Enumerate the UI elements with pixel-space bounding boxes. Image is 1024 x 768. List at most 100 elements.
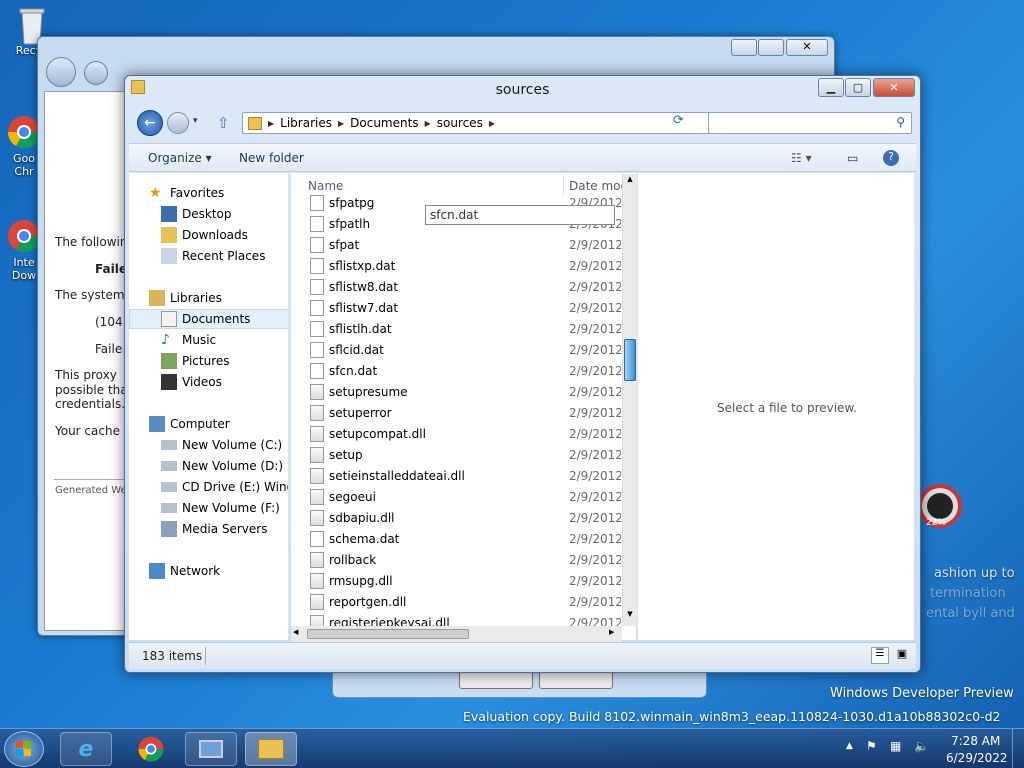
- taskbar: e ▲ ⚑ ▦ 🔈 7:28 AM 6/29/2022: [0, 728, 1024, 768]
- recent-pages-dropdown[interactable]: ▾: [193, 116, 198, 126]
- navigation-pane[interactable]: ★ Favorites Desktop Downloads Recent Plac…: [129, 173, 289, 640]
- file-row[interactable]: sflistw7.dat 2/9/2012 7: [291, 297, 621, 318]
- file-row[interactable]: sdbapiu.dll 2/9/2012 7: [291, 507, 621, 528]
- action-center-icon[interactable]: ⚑: [866, 739, 877, 753]
- vertical-scrollbar[interactable]: ▲ ▼: [622, 174, 637, 626]
- nav-volume-d[interactable]: New Volume (D:): [129, 456, 288, 476]
- volume-muted-icon[interactable]: 🔈: [914, 739, 929, 753]
- nav-media-servers[interactable]: Media Servers: [129, 519, 288, 539]
- file-row[interactable]: rmsupg.dll 2/9/2012 7: [291, 570, 621, 591]
- start-button[interactable]: [4, 731, 44, 767]
- nav-recent-places[interactable]: Recent Places: [129, 246, 288, 266]
- preview-pane-icon[interactable]: ▭: [847, 151, 858, 165]
- close-button[interactable]: ✕: [873, 78, 915, 97]
- file-date: 2/9/2012 7: [569, 237, 621, 252]
- search-input[interactable]: ⚲: [708, 112, 912, 134]
- file-name: segoeui: [329, 489, 376, 504]
- hscroll-left-arrow-icon[interactable]: ◀: [293, 628, 298, 636]
- file-row[interactable]: sfpat 2/9/2012 7: [291, 234, 621, 255]
- column-header-date[interactable]: Date mod: [569, 179, 628, 193]
- file-row[interactable]: rollback 2/9/2012 7: [291, 549, 621, 570]
- error-line-3: The system: [55, 288, 125, 302]
- drive-icon: [161, 440, 177, 450]
- clock-date[interactable]: 6/29/2022: [946, 751, 1008, 765]
- file-row[interactable]: setupresume 2/9/2012 7: [291, 381, 621, 402]
- forward-button[interactable]: [84, 61, 108, 85]
- file-row[interactable]: sflistxp.dat 2/9/2012 7: [291, 255, 621, 276]
- hscroll-thumb[interactable]: [307, 629, 469, 639]
- scroll-up-arrow-icon[interactable]: ▲: [624, 175, 636, 189]
- taskbar-control-panel-button[interactable]: [185, 732, 237, 766]
- browser-minimize-button[interactable]: [731, 39, 757, 56]
- taskbar-ie-button[interactable]: e: [60, 732, 112, 766]
- file-name: setieinstalleddateai.dll: [329, 468, 465, 483]
- downloads-folder-icon: [161, 227, 177, 243]
- network-tray-icon[interactable]: ▦: [890, 739, 901, 753]
- cpu-meter-gadget[interactable]: 22%: [918, 478, 962, 534]
- refresh-button[interactable]: ⟳: [673, 113, 693, 133]
- file-row[interactable]: sflistlh.dat 2/9/2012 7: [291, 318, 621, 339]
- horizontal-scrollbar[interactable]: ◀ ▶: [291, 626, 622, 642]
- nav-network[interactable]: Network: [129, 561, 288, 581]
- file-row[interactable]: setieinstalleddateai.dll 2/9/2012 7: [291, 465, 621, 486]
- back-nav-button[interactable]: ←: [137, 110, 163, 136]
- file-gear-icon: [310, 446, 324, 463]
- organize-button[interactable]: Organize ▾: [148, 151, 212, 165]
- hscroll-right-arrow-icon[interactable]: ▶: [609, 628, 614, 636]
- file-row[interactable]: reportgen.dll 2/9/2012 7: [291, 591, 621, 612]
- help-icon[interactable]: ?: [883, 150, 899, 166]
- file-row[interactable]: setup 2/9/2012 7: [291, 444, 621, 465]
- explorer-window[interactable]: sources ▁ ▢ ✕ ← ▾ ⇧ ▶ Libraries ▶ Docume…: [124, 75, 921, 673]
- nav-desktop[interactable]: Desktop: [129, 204, 288, 224]
- windows-logo-icon: [16, 741, 31, 756]
- file-row[interactable]: segoeui 2/9/2012 7: [291, 486, 621, 507]
- file-row[interactable]: schema.dat 2/9/2012 7: [291, 528, 621, 549]
- file-doc-icon: [310, 278, 324, 295]
- column-header-name[interactable]: Name: [308, 179, 343, 193]
- scroll-down-arrow-icon[interactable]: ▼: [624, 610, 636, 624]
- scroll-thumb[interactable]: [624, 339, 636, 381]
- details-view-icon[interactable]: ☰: [871, 647, 889, 664]
- breadcrumb-libraries[interactable]: Libraries: [280, 116, 332, 130]
- file-doc-icon: [310, 320, 324, 337]
- nav-computer[interactable]: Computer: [129, 414, 288, 434]
- new-folder-button[interactable]: New folder: [239, 151, 304, 165]
- maximize-button[interactable]: ▢: [845, 78, 871, 97]
- change-view-icon[interactable]: ☷ ▾: [791, 151, 812, 165]
- file-row[interactable]: sflcid.dat 2/9/2012 7: [291, 339, 621, 360]
- taskbar-chrome-button[interactable]: [125, 732, 177, 766]
- search-icon[interactable]: ⚲: [896, 115, 905, 129]
- up-folder-button[interactable]: ⇧: [217, 114, 230, 132]
- item-count: 183 items: [142, 649, 203, 663]
- large-icons-view-icon[interactable]: ▣: [893, 647, 911, 664]
- taskbar-explorer-button[interactable]: [245, 732, 297, 766]
- minimize-button[interactable]: ▁: [818, 78, 844, 97]
- nav-libraries[interactable]: Libraries: [129, 288, 288, 308]
- nav-cd-drive-e[interactable]: CD Drive (E:) Window: [129, 477, 288, 497]
- nav-favorites[interactable]: ★ Favorites: [129, 183, 288, 203]
- browser-close-button[interactable]: ✕: [786, 39, 828, 56]
- file-row[interactable]: setupcompat.dll 2/9/2012 7: [291, 423, 621, 444]
- file-date: 2/9/2012 7: [569, 489, 621, 504]
- breadcrumb-sources[interactable]: sources: [437, 116, 483, 130]
- back-button[interactable]: [46, 57, 76, 87]
- show-desktop-button[interactable]: [1012, 729, 1024, 768]
- nav-videos[interactable]: Videos: [129, 372, 288, 392]
- show-hidden-icons-icon[interactable]: ▲: [846, 741, 853, 751]
- nav-documents[interactable]: Documents: [129, 309, 288, 329]
- nav-pictures[interactable]: Pictures: [129, 351, 288, 371]
- file-row[interactable]: setuperror 2/9/2012 7: [291, 402, 621, 423]
- nav-volume-f[interactable]: New Volume (F:): [129, 498, 288, 518]
- clock-time[interactable]: 7:28 AM: [951, 734, 1000, 748]
- watermark-line-1: Windows Developer Preview: [830, 686, 1014, 701]
- nav-volume-c[interactable]: New Volume (C:): [129, 435, 288, 455]
- file-doc-icon: [310, 362, 324, 379]
- nav-downloads[interactable]: Downloads: [129, 225, 288, 245]
- breadcrumb-documents[interactable]: Documents: [350, 116, 418, 130]
- file-row[interactable]: sfcn.dat 2/9/2012 7: [291, 360, 621, 381]
- file-list[interactable]: Name Date mod sfpatpg 2/9/2012 7 sfpatlh 2/…: [291, 173, 636, 640]
- nav-music[interactable]: ♪ Music: [129, 330, 288, 350]
- browser-maximize-button[interactable]: [758, 39, 784, 56]
- forward-nav-button[interactable]: [167, 112, 189, 134]
- file-row[interactable]: sflistw8.dat 2/9/2012 7: [291, 276, 621, 297]
